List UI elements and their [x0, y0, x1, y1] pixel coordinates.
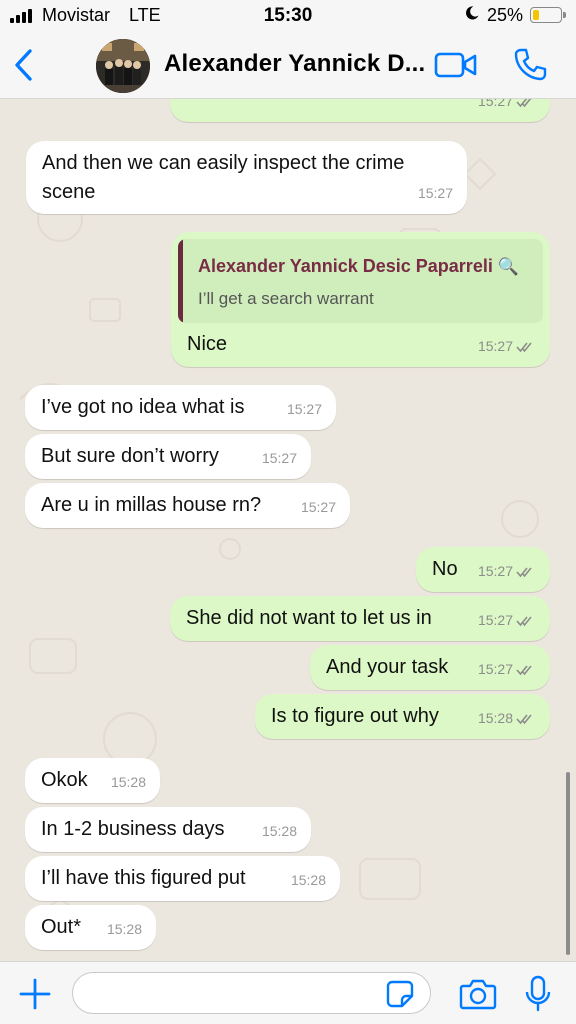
quote-author: Alexander Yannick Desic Paparreli 🔍: [198, 252, 519, 281]
message-outgoing[interactable]: She did not want to let us in 15:27: [170, 596, 550, 641]
battery-icon: [530, 7, 566, 23]
message-text: Is to figure out why: [271, 705, 439, 727]
avatar[interactable]: [96, 39, 150, 93]
message-meta: 15:28: [111, 768, 146, 797]
message-time: 15:28: [106, 921, 142, 937]
message-meta: 15:28: [107, 915, 142, 944]
battery-percent: 25%: [487, 5, 524, 25]
message-incoming[interactable]: Okok 15:28: [25, 758, 160, 803]
message-text: She did not want to let us in: [186, 607, 432, 629]
camera-button[interactable]: [459, 977, 497, 1011]
microphone-button[interactable]: [524, 975, 552, 1013]
message-text: And your task: [326, 656, 449, 678]
message-outgoing[interactable]: No 15:27: [416, 547, 550, 592]
sticker-button[interactable]: [386, 980, 414, 1008]
phone-call-icon: [514, 48, 547, 81]
message-meta: 15:28: [478, 704, 536, 733]
message-text: Are u in millas house rn?: [41, 494, 262, 516]
phone-call-button[interactable]: [512, 46, 548, 82]
microphone-icon: [525, 975, 551, 1012]
magnifier-emoji-icon: 🔍: [497, 257, 520, 276]
message-time: 15:27: [477, 661, 513, 677]
read-ticks-icon: [516, 99, 531, 107]
message-meta: 15:27: [478, 99, 536, 116]
message-time: 15:27: [417, 185, 453, 201]
status-bar: Movistar LTE 15:30 25%: [0, 0, 576, 32]
message-incoming[interactable]: Are u in millas house rn? 15:27: [25, 483, 350, 528]
sticker-icon: [386, 980, 414, 1008]
back-chevron-icon: [15, 49, 32, 81]
message-time: 15:27: [477, 563, 513, 579]
message-time: 15:28: [261, 823, 297, 839]
quote-author-name: Alexander Yannick Desic Paparreli: [198, 256, 493, 276]
message-time: 15:27: [286, 401, 322, 417]
message-text: Out*: [41, 916, 82, 938]
message-time: 15:27: [261, 450, 297, 466]
message-incoming[interactable]: And then we can easily inspect the crime…: [26, 141, 467, 214]
message-text: Okok: [41, 769, 88, 791]
quote-text: I’ll get a search warrant: [198, 289, 374, 308]
message-time: 15:27: [477, 338, 513, 354]
message-meta: 15:27: [262, 444, 297, 473]
camera-icon: [459, 979, 497, 1010]
message-text: I’ve got no idea what is: [41, 396, 245, 418]
message-outgoing[interactable]: 15:27: [170, 99, 550, 122]
message-outgoing-reply[interactable]: Alexander Yannick Desic Paparreli 🔍 I’ll…: [171, 232, 550, 367]
message-text: I’ll have this figured put: [41, 867, 246, 889]
attach-button[interactable]: [18, 977, 52, 1011]
message-time: 15:28: [110, 774, 146, 790]
message-time: 15:27: [477, 612, 513, 628]
message-meta: 15:28: [291, 866, 326, 895]
message-text: But sure don’t worry: [41, 445, 219, 467]
back-button[interactable]: [8, 46, 40, 84]
plus-icon: [19, 978, 51, 1010]
quoted-message[interactable]: Alexander Yannick Desic Paparreli 🔍 I’ll…: [178, 239, 543, 323]
chat-area[interactable]: 15:27 And then we can easily inspect the…: [0, 99, 576, 961]
quote-bar: [178, 239, 183, 323]
message-text: Nice: [187, 333, 228, 355]
message-text: No: [432, 558, 458, 580]
message-incoming[interactable]: But sure don’t worry 15:27: [25, 434, 311, 479]
message-meta: 15:27: [478, 606, 536, 635]
message-meta: 15:27: [287, 395, 322, 424]
video-call-button[interactable]: [434, 50, 478, 80]
read-ticks-icon: [516, 615, 532, 626]
message-time: 15:28: [477, 710, 513, 726]
scrollbar[interactable]: [566, 772, 570, 955]
chat-header: Alexander Yannick D...: [0, 32, 576, 99]
message-meta: 15:27: [478, 557, 536, 586]
message-meta: 15:27: [418, 179, 453, 208]
message-input[interactable]: [72, 972, 431, 1014]
read-ticks-icon: [516, 664, 532, 675]
video-call-icon: [434, 52, 477, 78]
message-meta: 15:27: [301, 493, 336, 522]
message-outgoing[interactable]: And your task 15:27: [310, 645, 550, 690]
message-incoming[interactable]: I’ll have this figured put 15:28: [25, 856, 340, 901]
contact-name[interactable]: Alexander Yannick D...: [164, 50, 425, 78]
moon-icon: [464, 5, 480, 26]
message-meta: 15:27: [478, 332, 536, 361]
message-time: 15:28: [290, 872, 326, 888]
input-bar: [0, 961, 576, 1024]
message-time: 15:27: [477, 99, 513, 109]
message-text: And then we can easily inspect the crime…: [42, 152, 405, 203]
message-incoming[interactable]: In 1-2 business days 15:28: [25, 807, 311, 852]
message-incoming[interactable]: I’ve got no idea what is 15:27: [25, 385, 336, 430]
message-text: In 1-2 business days: [41, 818, 225, 840]
message-time: 15:27: [300, 499, 336, 515]
message-incoming[interactable]: Out* 15:28: [25, 905, 156, 950]
message-outgoing[interactable]: Is to figure out why 15:28: [255, 694, 550, 739]
message-meta: 15:28: [262, 817, 297, 846]
read-ticks-icon: [516, 566, 532, 577]
read-ticks-icon: [516, 713, 532, 724]
read-ticks-icon: [516, 341, 532, 352]
message-meta: 15:27: [478, 655, 536, 684]
